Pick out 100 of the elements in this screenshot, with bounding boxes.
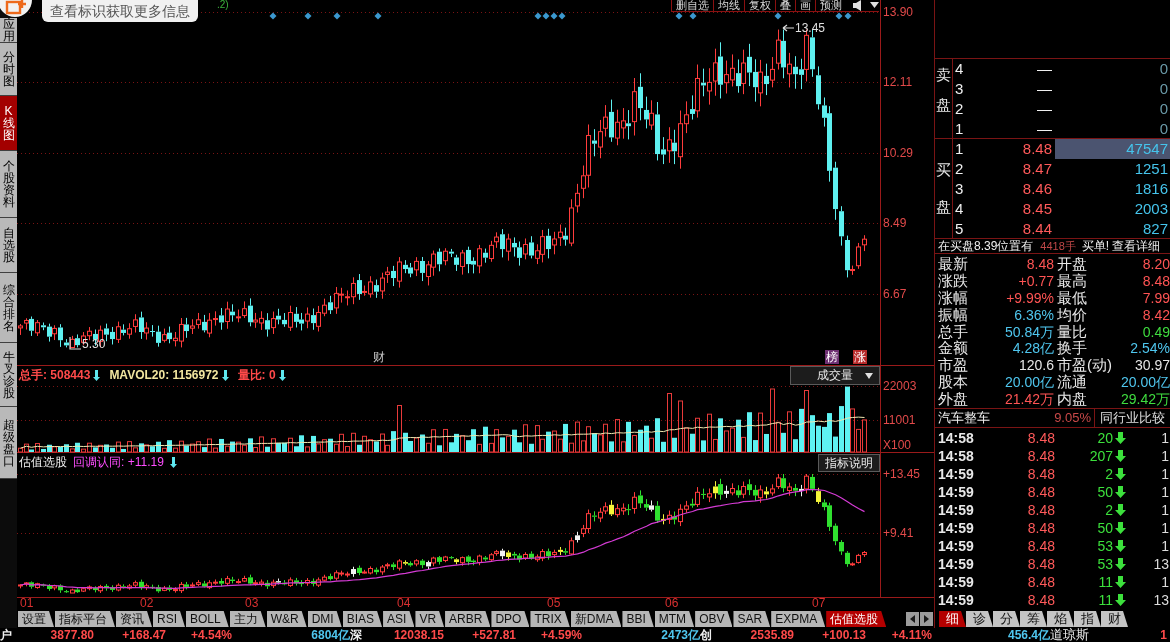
event-marker[interactable]: 财 xyxy=(372,350,386,364)
toolbar-button[interactable]: 复权 xyxy=(744,0,775,11)
indicator-tab[interactable]: SAR xyxy=(733,611,771,627)
indicator-tab[interactable]: DMI xyxy=(307,611,342,627)
panel-tab[interactable]: 分 xyxy=(993,611,1020,627)
month-label: 04 xyxy=(397,597,411,610)
indicator-tab[interactable]: RSI xyxy=(153,611,185,627)
index-percent: +4.59% xyxy=(539,628,582,642)
price-axis-label: 6.67 xyxy=(883,287,907,301)
diamond-icon[interactable] xyxy=(774,12,782,20)
caret-right-icon[interactable] xyxy=(920,612,933,626)
panel-tab[interactable]: 财 xyxy=(1101,611,1128,627)
sidebar-tab[interactable]: 自选股 xyxy=(0,218,17,273)
indicator-tab[interactable]: VR xyxy=(415,611,445,627)
quote-value: 6.36% xyxy=(1013,306,1054,323)
sidebar-tab[interactable]: K线图 xyxy=(0,96,17,151)
indicator-tab[interactable]: BIAS xyxy=(342,611,383,627)
toolbar-button[interactable]: 预测 xyxy=(815,0,846,11)
order-volume: 827 xyxy=(1141,219,1169,239)
sidebar-tab[interactable]: 分时图 xyxy=(0,43,17,96)
event-marker[interactable]: 涨 xyxy=(853,350,867,364)
arrow-down-icon xyxy=(1115,594,1126,606)
panel-tab[interactable]: 筹 xyxy=(1020,611,1047,627)
volume-dropdown[interactable]: 成交量 xyxy=(790,366,880,385)
indicator-tab[interactable]: 新DMA xyxy=(570,611,622,627)
index-value: 2535.89 xyxy=(749,628,794,642)
toolbar-button[interactable]: 删自选 xyxy=(671,0,713,11)
indicator-tab[interactable]: 主力 xyxy=(229,611,266,627)
quote-value: 8.48 xyxy=(1141,273,1170,290)
indicator-tab[interactable]: DPO xyxy=(491,611,530,627)
order-volume: 0 xyxy=(1158,59,1169,79)
event-marker[interactable]: 榜 xyxy=(825,350,839,364)
turnover-value: 456.4亿 xyxy=(1006,628,1050,642)
panel-tab[interactable]: 诊 xyxy=(966,611,993,627)
index-percent: +4.54% xyxy=(189,628,232,642)
arrow-down-icon xyxy=(1115,540,1126,552)
panel-tab[interactable]: 焰 xyxy=(1047,611,1074,627)
indicator-tab[interactable]: EXPMA xyxy=(771,611,826,627)
month-label: 06 xyxy=(665,597,679,610)
index-change: +527.81 xyxy=(471,628,516,642)
indicator-tab[interactable]: 指标平台 xyxy=(55,611,115,627)
details-link[interactable]: 查看详细 xyxy=(1112,239,1161,253)
indicator-tab[interactable]: ARBR xyxy=(445,611,491,627)
panel-tab[interactable]: 指 xyxy=(1074,611,1101,627)
order-rank: 1 xyxy=(954,139,965,159)
tick-extra-value: 1 xyxy=(1160,466,1170,482)
order-price: — xyxy=(1036,119,1052,139)
indicator-tab[interactable]: 估值选股 xyxy=(826,611,887,627)
diamond-icon[interactable] xyxy=(333,12,341,20)
indicator-tab[interactable]: BOLL xyxy=(186,611,229,627)
indicator-tab[interactable]: 资讯 xyxy=(116,611,152,627)
toolbar-button[interactable]: 画 xyxy=(795,0,815,11)
caret-down-icon[interactable] xyxy=(870,0,879,11)
order-rank: 2 xyxy=(954,99,965,119)
indicator-axis-label: +9.41 xyxy=(883,526,914,540)
tick-price: 8.48 xyxy=(1026,592,1055,608)
sidebar-tab[interactable]: 个股资料 xyxy=(0,151,17,218)
indicator-tab[interactable]: OBV xyxy=(695,611,733,627)
order-volume: 47547 xyxy=(1055,139,1170,159)
tick-price: 8.48 xyxy=(1026,448,1055,464)
indicator-tab[interactable]: W&R xyxy=(266,611,307,627)
arrow-down-icon xyxy=(1115,558,1126,570)
compare-button[interactable]: 同行业比较 xyxy=(1095,409,1170,427)
panel-tab[interactable]: 细 xyxy=(939,611,966,627)
sidebar-tab[interactable]: 牛叉诊股 xyxy=(0,343,17,407)
quote-label: 最高 xyxy=(1056,273,1088,290)
toolbar-button[interactable]: 叠 xyxy=(775,0,795,11)
volume-stat-text: MAVOL20: 1156972 xyxy=(109,368,219,382)
sidebar-tab[interactable]: 综合排名 xyxy=(0,273,17,343)
index-change: +100.13 xyxy=(821,628,866,642)
order-volume: 1251 xyxy=(1133,159,1169,179)
volume-axis-label: 11001 xyxy=(883,413,916,427)
order-volume: 0 xyxy=(1158,79,1169,99)
caret-left-icon[interactable] xyxy=(906,612,919,626)
indicator-tab[interactable]: ASI xyxy=(383,611,415,627)
sidebar-tab[interactable]: 超级盘口 xyxy=(0,407,17,479)
order-price: — xyxy=(1036,99,1052,119)
caret-down-icon xyxy=(865,372,873,379)
diamond-icon[interactable] xyxy=(269,12,277,20)
tick-time: 14:59 xyxy=(937,538,975,554)
toolbar-button[interactable]: 均线 xyxy=(713,0,744,11)
arrow-down-icon xyxy=(169,456,177,468)
order-volume: 2003 xyxy=(1133,199,1169,219)
indicator-tab[interactable]: MTM xyxy=(654,611,695,627)
sidebar-tab[interactable]: 应用 xyxy=(0,18,17,43)
order-rank: 1 xyxy=(954,119,965,139)
indicator-tab[interactable]: TRIX xyxy=(530,611,570,627)
diamond-icon[interactable] xyxy=(374,12,382,20)
arrow-down-icon xyxy=(1115,576,1126,588)
speaker-icon[interactable] xyxy=(852,0,864,11)
indicator-tab[interactable]: 设置 xyxy=(18,611,54,627)
tick-volume: 50 xyxy=(1096,484,1113,500)
volume-stat-text: 总手: 508443 xyxy=(19,368,91,382)
indicator-tab[interactable]: BBI xyxy=(622,611,654,627)
tick-time: 14:59 xyxy=(937,520,975,536)
tick-extra-value: 1 xyxy=(1160,484,1170,500)
indicator-help-button[interactable]: 指标说明 xyxy=(818,454,880,472)
tick-volume: 11 xyxy=(1097,592,1113,608)
diamond-icon[interactable] xyxy=(304,12,312,20)
quote-value: 7.99 xyxy=(1141,290,1170,306)
